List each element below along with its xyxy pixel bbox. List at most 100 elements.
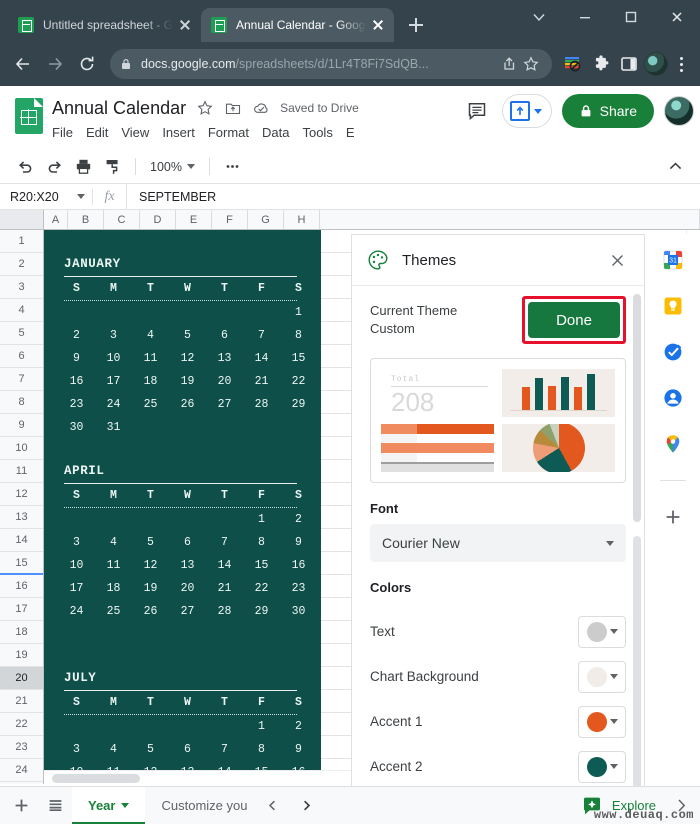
bookmark-star-icon[interactable] bbox=[520, 53, 542, 75]
calendar-day-cell[interactable]: 3 bbox=[58, 738, 95, 761]
calendar-day-cell[interactable]: 9 bbox=[280, 738, 317, 761]
menu-extensions[interactable]: E bbox=[346, 125, 355, 140]
row-header-16[interactable]: 16 bbox=[0, 575, 43, 598]
row-header-25[interactable]: 25 bbox=[0, 782, 43, 784]
calendar-day-cell[interactable]: 8 bbox=[243, 738, 280, 761]
calendar-day-cell[interactable]: 24 bbox=[58, 600, 95, 623]
row-header-7[interactable]: 7 bbox=[0, 368, 43, 391]
calendar-day-cell[interactable]: 8 bbox=[243, 531, 280, 554]
share-button[interactable]: Share bbox=[561, 94, 654, 128]
menu-edit[interactable]: Edit bbox=[86, 125, 108, 140]
calendar-day-cell[interactable]: 25 bbox=[132, 393, 169, 416]
calendar-day-cell[interactable] bbox=[132, 301, 169, 324]
calendar-day-cell[interactable]: 16 bbox=[280, 554, 317, 577]
calendar-day-cell[interactable]: 6 bbox=[169, 531, 206, 554]
calendar-day-cell[interactable]: 3 bbox=[95, 324, 132, 347]
redo-icon[interactable] bbox=[41, 154, 67, 180]
row-header-10[interactable]: 10 bbox=[0, 437, 43, 460]
menu-data[interactable]: Data bbox=[262, 125, 289, 140]
calendar-day-cell[interactable]: 26 bbox=[132, 600, 169, 623]
column-header-D[interactable]: D bbox=[140, 210, 176, 229]
calendar-day-cell[interactable]: 18 bbox=[132, 370, 169, 393]
color-swatch-accent-1[interactable] bbox=[578, 705, 626, 738]
calendar-day-cell[interactable]: 21 bbox=[243, 370, 280, 393]
undo-icon[interactable] bbox=[12, 154, 38, 180]
calendar-day-cell[interactable]: 10 bbox=[58, 554, 95, 577]
calendar-day-cell[interactable]: 5 bbox=[132, 738, 169, 761]
calendar-day-cell[interactable]: 13 bbox=[169, 554, 206, 577]
panel-scroll-track[interactable] bbox=[633, 536, 641, 786]
zoom-selector[interactable]: 100% bbox=[146, 160, 199, 174]
row-header-13[interactable]: 13 bbox=[0, 506, 43, 529]
chrome-menu-icon[interactable] bbox=[670, 56, 692, 72]
row-header-11[interactable]: 11 bbox=[0, 460, 43, 483]
more-options-icon[interactable] bbox=[220, 154, 246, 180]
reload-icon[interactable] bbox=[72, 49, 102, 79]
calendar-day-cell[interactable] bbox=[132, 416, 169, 439]
calendar-day-cell[interactable]: 16 bbox=[58, 370, 95, 393]
column-header-C[interactable]: C bbox=[104, 210, 140, 229]
google-calendar-icon[interactable]: 31 bbox=[661, 248, 685, 272]
star-icon[interactable] bbox=[196, 99, 214, 117]
calendar-day-cell[interactable]: 4 bbox=[132, 324, 169, 347]
column-header-B[interactable]: B bbox=[68, 210, 104, 229]
calendar-day-cell[interactable]: 6 bbox=[169, 738, 206, 761]
calendar-day-cell[interactable]: 15 bbox=[280, 347, 317, 370]
browser-tab-1[interactable]: Untitled spreadsheet - Goog bbox=[8, 8, 201, 42]
menu-format[interactable]: Format bbox=[208, 125, 249, 140]
present-upload-button[interactable] bbox=[501, 94, 552, 128]
close-icon[interactable] bbox=[604, 247, 630, 273]
row-header-3[interactable]: 3 bbox=[0, 276, 43, 299]
row-header-23[interactable]: 23 bbox=[0, 736, 43, 759]
row-header-19[interactable]: 19 bbox=[0, 644, 43, 667]
column-header-G[interactable]: G bbox=[248, 210, 284, 229]
row-header-5[interactable]: 5 bbox=[0, 322, 43, 345]
calendar-day-cell[interactable] bbox=[169, 508, 206, 531]
calendar-day-cell[interactable] bbox=[58, 715, 95, 738]
calendar-day-cell[interactable]: 12 bbox=[132, 554, 169, 577]
previous-sheet-icon[interactable] bbox=[255, 789, 289, 823]
calendar-day-cell[interactable]: 9 bbox=[58, 347, 95, 370]
account-avatar[interactable] bbox=[664, 96, 694, 126]
calendar-day-cell[interactable]: 30 bbox=[280, 600, 317, 623]
menu-view[interactable]: View bbox=[121, 125, 149, 140]
font-select[interactable]: Courier New bbox=[370, 524, 626, 562]
tab-search-chevron-down-icon[interactable] bbox=[516, 0, 562, 34]
calendar-day-cell[interactable]: 5 bbox=[132, 531, 169, 554]
calendar-day-cell[interactable]: 18 bbox=[95, 577, 132, 600]
calendar-day-cell[interactable] bbox=[132, 715, 169, 738]
calendar-day-cell[interactable]: 22 bbox=[280, 370, 317, 393]
calendar-day-cell[interactable] bbox=[206, 301, 243, 324]
calendar-day-cell[interactable]: 6 bbox=[206, 324, 243, 347]
column-header-H[interactable]: H bbox=[284, 210, 320, 229]
calendar-day-cell[interactable]: 11 bbox=[95, 554, 132, 577]
done-button[interactable]: Done bbox=[528, 302, 620, 338]
calendar-day-cell[interactable]: 14 bbox=[206, 554, 243, 577]
calendar-day-cell[interactable]: 1 bbox=[243, 508, 280, 531]
calendar-day-cell[interactable]: 2 bbox=[280, 715, 317, 738]
calendar-day-cell[interactable]: 23 bbox=[58, 393, 95, 416]
explore-button[interactable]: Explore bbox=[570, 794, 666, 818]
calendar-day-cell[interactable]: 28 bbox=[243, 393, 280, 416]
calendar-day-cell[interactable]: 17 bbox=[58, 577, 95, 600]
select-all-corner[interactable] bbox=[0, 210, 44, 229]
calendar-day-cell[interactable]: 5 bbox=[169, 324, 206, 347]
theme-preview-card[interactable]: Total 208 bbox=[370, 358, 626, 483]
row-header-8[interactable]: 8 bbox=[0, 391, 43, 414]
calendar-day-cell[interactable] bbox=[169, 416, 206, 439]
calendar-day-cell[interactable]: 4 bbox=[95, 738, 132, 761]
calendar-day-cell[interactable]: 8 bbox=[280, 324, 317, 347]
maximize-icon[interactable] bbox=[608, 0, 654, 34]
calendar-day-cell[interactable]: 11 bbox=[132, 347, 169, 370]
sheet-tab-year[interactable]: Year bbox=[72, 786, 146, 824]
all-sheets-icon[interactable] bbox=[38, 789, 72, 823]
row-header-18[interactable]: 18 bbox=[0, 621, 43, 644]
calendar-day-cell[interactable]: 7 bbox=[206, 738, 243, 761]
color-swatch-chart-background[interactable] bbox=[578, 660, 626, 693]
calendar-day-cell[interactable] bbox=[243, 301, 280, 324]
calendar-day-cell[interactable]: 29 bbox=[243, 600, 280, 623]
browser-tab-2[interactable]: Annual Calendar - Google S bbox=[201, 8, 394, 42]
row-header-17[interactable]: 17 bbox=[0, 598, 43, 621]
horizontal-scroll-thumb[interactable] bbox=[52, 774, 140, 783]
calendar-day-cell[interactable]: 28 bbox=[206, 600, 243, 623]
